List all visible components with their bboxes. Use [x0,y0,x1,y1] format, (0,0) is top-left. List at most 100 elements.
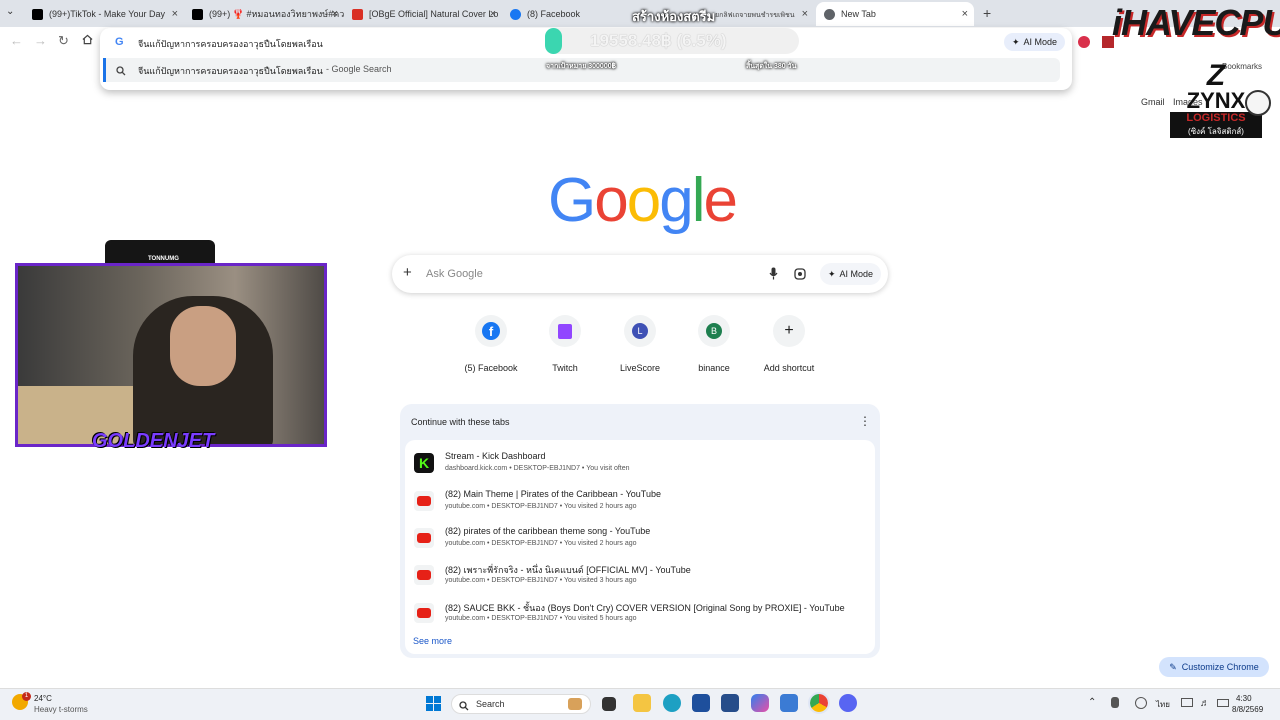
weather-temp: 24°C [34,694,52,703]
copilot-icon[interactable] [751,694,769,712]
continue-tab-item[interactable]: (82) เพราะพี่รักจริง - หนึ่ง นิเคแบนด์ [… [410,559,870,593]
youtube-icon [414,603,434,623]
shortcut-binance[interactable]: B binance [679,315,749,373]
file-explorer-icon[interactable] [633,694,651,712]
webcam-top-label: TONNUMG [148,256,179,262]
language-indicator[interactable]: ไทย [1156,698,1170,711]
store-icon[interactable] [721,694,739,712]
stream-room-title: สร้างห้องสตรีม [632,9,716,24]
zynx-thai: (ซิงค์ โลจิสติกส์) [1170,125,1262,138]
sponsor-badge-icon [1245,90,1271,116]
suggestion-text: จีนแก้ปัญหาการครอบครองอาวุธปืนโดยพลเรือน [138,66,323,76]
omnibox-ai-mode-button[interactable]: ✦ AI Mode [1004,33,1066,51]
cat-icon [568,698,582,710]
tab-obge[interactable]: [OBgE Official] Natural Cover Lo × [344,2,502,26]
facebook-icon [510,8,521,20]
livescore-icon: L [632,323,648,339]
ihavecpu-logo: iHAVECPU [1112,2,1280,43]
youtube-icon [414,565,434,585]
twitch-icon [558,323,572,339]
weather-badge: 1 [22,692,31,701]
tiktok-icon [32,8,43,20]
close-tab-icon[interactable]: × [490,8,496,20]
shop-icon [352,8,363,20]
zynx-emblem: Z [1206,59,1226,92]
gmail-link[interactable]: Gmail [1141,97,1165,107]
clock-time[interactable]: 4:30 [1236,694,1252,703]
facebook-icon: f [482,322,500,340]
home-icon[interactable] [82,33,93,48]
new-tab-button[interactable]: + [983,5,991,21]
weather-desc: Heavy t-storms [34,705,88,714]
tab-tiktok-2[interactable]: (99+) 🦞 #หมอนทองวิทยาพงษ์#ควา × [184,2,344,26]
taskbar-search[interactable]: Search [451,694,591,714]
chrome-icon [824,8,835,20]
chrome-icon[interactable] [808,692,830,714]
tray-chevron-icon[interactable]: ⌃ [1088,697,1096,708]
google-g-icon: G [115,36,124,48]
search-icon [459,698,469,716]
close-tab-icon[interactable]: × [962,8,968,20]
continue-tabs-title: Continue with these tabs [411,417,510,427]
shortcut-twitch[interactable]: Twitch [530,315,600,373]
ai-mode-icon: ✦ [828,268,836,279]
webcam-overlay [15,263,327,447]
tray-volume-icon[interactable]: ♬ [1200,698,1210,709]
donation-days-left: สิ้นสุดใน 380 วัน [746,63,797,70]
forward-icon[interactable]: → [34,33,47,48]
binance-icon: B [706,323,722,339]
shortcut-add[interactable]: + Add shortcut [754,315,824,373]
tiktok-icon [192,8,203,20]
continue-tab-item[interactable]: K Stream - Kick Dashboard dashboard.kick… [410,447,870,481]
zynx-sub: LOGISTICS [1170,112,1262,125]
search-input[interactable]: Ask Google [426,268,483,280]
search-icon [116,63,126,81]
microphone-icon[interactable] [769,267,778,285]
tray-network-icon[interactable] [1135,697,1147,709]
close-tab-icon[interactable]: × [802,8,808,20]
search-ai-mode-button[interactable]: ✦ AI Mode [820,263,882,285]
tab-tiktok[interactable]: (99+)TikTok - Make Your Day × [24,2,184,26]
customize-chrome-button[interactable]: ✎ Customize Chrome [1159,657,1269,677]
lens-icon[interactable] [794,267,806,285]
discord-icon[interactable] [839,694,857,712]
visual-studio-icon[interactable] [692,694,710,712]
plus-icon[interactable]: + [403,264,412,281]
task-view-icon[interactable] [602,697,616,711]
close-tab-icon[interactable]: × [332,8,338,20]
ai-mode-icon: ✦ [1012,36,1020,47]
kick-icon: K [414,453,434,473]
app-icon[interactable] [780,694,798,712]
google-logo: Google [548,166,738,235]
tab-new-tab[interactable]: New Tab × [816,2,974,26]
continue-tab-item[interactable]: (82) pirates of the caribbean theme song… [410,522,870,556]
more-options-icon[interactable]: ⋮ [859,415,871,427]
reload-icon[interactable]: ↻ [58,33,69,49]
youtube-icon [414,491,434,511]
tray-battery-icon[interactable] [1217,699,1229,707]
webcam-face [170,306,236,386]
tab-search-button[interactable]: ⌄ [6,6,14,17]
continue-tab-item[interactable]: (82) Main Theme | Pirates of the Caribbe… [410,485,870,519]
see-more-link[interactable]: See more [413,636,452,646]
tray-display-icon[interactable] [1181,698,1193,707]
close-tab-icon[interactable]: × [172,8,178,20]
back-icon[interactable]: ← [10,33,23,48]
youtube-icon [414,528,434,548]
continue-tab-item[interactable]: (82) SAUCE BKK - ชั้นอง (Boys Don't Cry)… [410,597,870,631]
shortcut-facebook[interactable]: f (5) Facebook [456,315,526,373]
suggestion-suffix: - Google Search [326,64,392,74]
tray-mic-icon[interactable] [1111,697,1119,708]
donation-amount: 19558.48฿ (6.5%) [590,31,727,50]
edge-icon[interactable] [663,694,681,712]
search-box[interactable]: + Ask Google ✦ AI Mode [392,255,888,293]
adblock-icon[interactable] [1078,36,1090,48]
donation-goal: จากเป้าหมาย 300000฿ [546,63,616,70]
shortcut-livescore[interactable]: L LiveScore [605,315,675,373]
stream-room-subtitle: ยกลิฟเถจายพนชำรขเพิชนราจดี [715,12,795,19]
pencil-icon: ✎ [1169,661,1177,672]
omnibox-input[interactable]: จีนแก้ปัญหาการครอบครองอาวุธปืนโดยพลเรือน [138,37,323,51]
donation-progress-fill [545,28,562,54]
windows-start-icon[interactable] [426,696,441,711]
clock-date[interactable]: 8/8/2569 [1232,705,1263,714]
